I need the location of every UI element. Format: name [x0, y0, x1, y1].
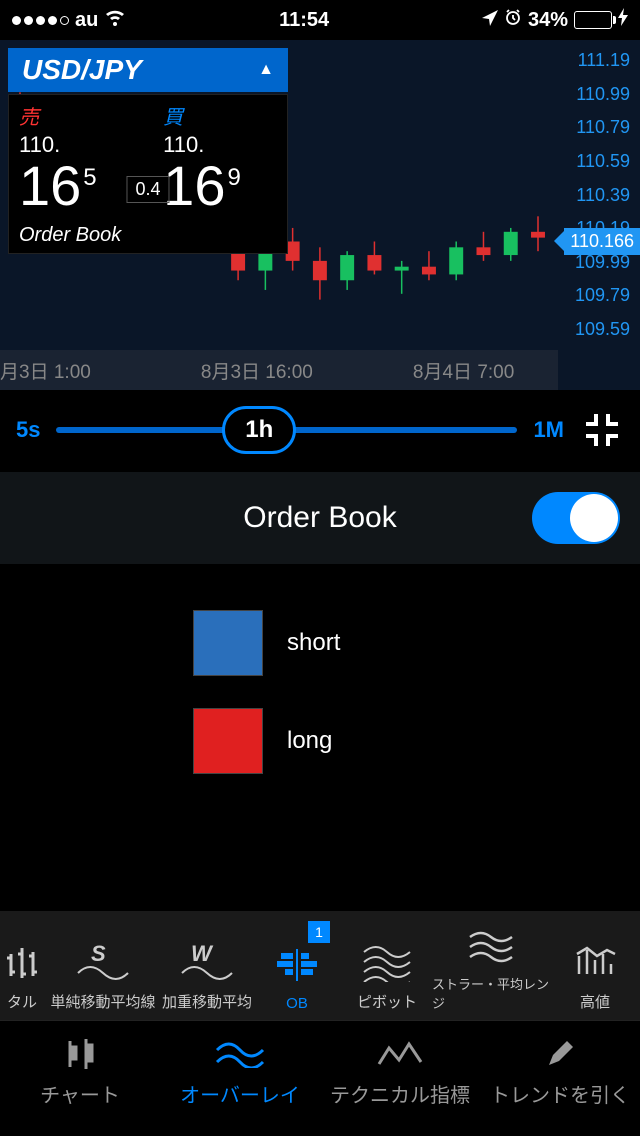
- indicator-label-2: 加重移動平均: [162, 991, 252, 1012]
- indicator-label-3: OB: [286, 995, 308, 1012]
- long-label: long: [287, 727, 367, 755]
- spread-value: 0.4: [126, 176, 169, 203]
- x-tick-2: 8月4日 7:00: [413, 357, 514, 384]
- chevron-up-icon: ▲: [258, 61, 274, 79]
- timeframe-max[interactable]: 1M: [533, 417, 564, 443]
- x-axis: 月3日 1:00 8月3日 16:00 8月4日 7:00: [0, 350, 558, 390]
- order-book-label: Order Book: [19, 224, 121, 247]
- indicator-partial[interactable]: タル: [0, 911, 44, 1020]
- buy-label: 買: [163, 101, 277, 130]
- location-icon: [482, 9, 498, 32]
- pivot-icon: [362, 941, 412, 985]
- tab-trend-label: トレンドを引く: [490, 1079, 630, 1108]
- indicator-label-4: ピボット: [357, 991, 417, 1012]
- buy-pip: 9: [227, 164, 240, 191]
- section-title: Order Book: [243, 501, 396, 535]
- indicator-sma[interactable]: S 単純移動平均線: [44, 911, 162, 1020]
- legend-long[interactable]: long: [0, 692, 600, 790]
- bars-icon: [7, 941, 37, 985]
- tab-technical[interactable]: テクニカル指標: [320, 1021, 480, 1122]
- waves-icon: [466, 924, 516, 968]
- indicator-strip[interactable]: タル S 単純移動平均線 W 加重移動平均 1 OB ピボット ストラー・平均レ…: [0, 910, 640, 1020]
- indicator-ob[interactable]: 1 OB: [252, 911, 342, 1020]
- indicator-atr[interactable]: ストラー・平均レンジ: [432, 911, 550, 1020]
- buy-big: 16: [163, 154, 225, 217]
- current-price-marker: 110.166: [564, 228, 640, 255]
- zigzag-icon: [377, 1035, 423, 1073]
- indicator-label-6: 高値: [580, 991, 610, 1012]
- pair-label: USD/JPY: [22, 54, 142, 86]
- indicator-label-1: 単純移動平均線: [50, 991, 155, 1012]
- quote-panel[interactable]: 売 110. 165 買 110. 169 0.4 Order Book: [8, 94, 288, 254]
- timeframe-slider[interactable]: 1h: [56, 427, 517, 433]
- signal-dots-icon: [12, 16, 69, 25]
- tab-trend[interactable]: トレンドを引く: [480, 1021, 640, 1122]
- s-wave-icon: S: [73, 941, 133, 985]
- pair-selector[interactable]: USD/JPY ▲: [8, 48, 288, 92]
- sell-label: 売: [19, 101, 143, 130]
- tab-overlay-label: オーバーレイ: [180, 1079, 300, 1108]
- battery-icon: [574, 11, 612, 29]
- chart-area[interactable]: USD/JPY ▲ 売 110. 165 買 110. 169 0.4 Orde…: [0, 40, 640, 390]
- overlay-waves-icon: [215, 1035, 265, 1073]
- charging-icon: [618, 8, 628, 32]
- short-swatch: [193, 610, 263, 676]
- svg-text:W: W: [191, 943, 214, 966]
- timeframe-bar: 5s 1h 1M: [0, 390, 640, 470]
- tab-overlay[interactable]: オーバーレイ: [160, 1021, 320, 1122]
- high-icon: [573, 941, 617, 985]
- tab-chart-label: チャート: [40, 1079, 120, 1108]
- svg-text:S: S: [91, 943, 106, 966]
- timeframe-current[interactable]: 1h: [222, 406, 296, 454]
- legend-short[interactable]: short: [0, 594, 600, 692]
- tab-technical-label: テクニカル指標: [330, 1079, 470, 1108]
- short-label: short: [287, 629, 367, 657]
- status-bar: au 11:54 34%: [0, 0, 640, 40]
- long-swatch: [193, 708, 263, 774]
- wifi-icon: [104, 8, 126, 32]
- carrier-label: au: [75, 9, 98, 32]
- x-tick-1: 8月3日 16:00: [201, 357, 313, 384]
- ob-badge: 1: [308, 921, 330, 943]
- alarm-icon: [504, 8, 522, 32]
- legend-area: short long: [0, 564, 640, 910]
- indicator-label-0: タル: [7, 991, 37, 1012]
- clock-label: 11:54: [279, 9, 329, 32]
- orderbook-icon: [275, 945, 319, 989]
- tab-chart[interactable]: チャート: [0, 1021, 160, 1122]
- order-book-section-header: Order Book: [0, 472, 640, 564]
- pencil-icon: [545, 1035, 575, 1073]
- indicator-label-5: ストラー・平均レンジ: [432, 974, 550, 1012]
- x-tick-0: 月3日 1:00: [0, 357, 91, 384]
- timeframe-min[interactable]: 5s: [16, 417, 40, 443]
- y-axis: 111.19110.99110.79110.59110.39110.19109.…: [558, 40, 640, 350]
- battery-pct-label: 34%: [528, 9, 568, 32]
- indicator-high[interactable]: 高値: [550, 911, 640, 1020]
- bottom-tabs: チャート オーバーレイ テクニカル指標 トレンドを引く: [0, 1020, 640, 1122]
- indicator-wma[interactable]: W 加重移動平均: [162, 911, 252, 1020]
- order-book-toggle[interactable]: [532, 492, 620, 544]
- w-wave-icon: W: [177, 941, 237, 985]
- exit-fullscreen-icon[interactable]: [580, 408, 624, 452]
- indicator-pivot[interactable]: ピボット: [342, 911, 432, 1020]
- candle-icon: [60, 1035, 100, 1073]
- sell-pip: 5: [83, 164, 96, 191]
- sell-big: 16: [19, 154, 81, 217]
